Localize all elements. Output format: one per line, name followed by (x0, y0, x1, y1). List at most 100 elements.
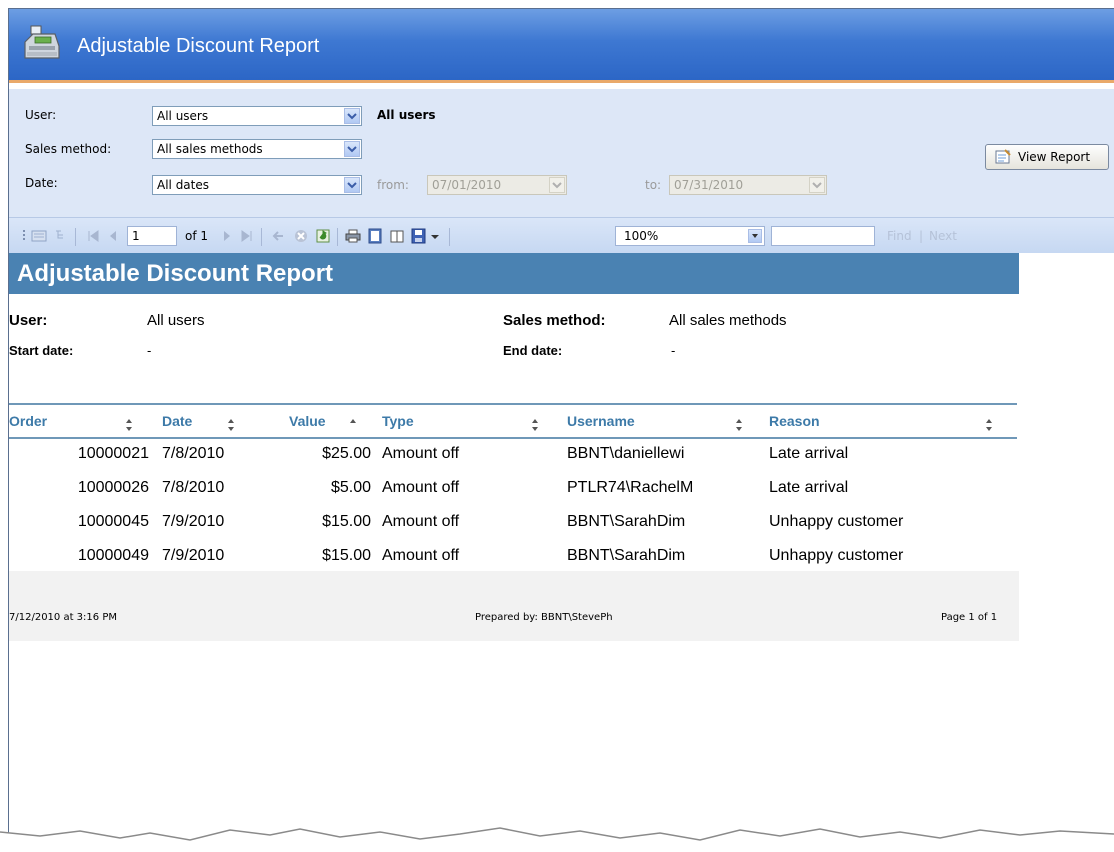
value-cell: $15.00 (322, 547, 371, 564)
zoom-select[interactable]: 100% (615, 226, 765, 246)
reason-cell: Late arrival (769, 479, 849, 496)
next-link[interactable]: Next (929, 229, 957, 243)
username-cell: BBNT\daniellewi (567, 445, 685, 462)
date-select[interactable]: All dates (152, 175, 362, 195)
username-cell: PTLR74\RachelM (567, 479, 694, 496)
previous-page-icon[interactable] (105, 228, 121, 244)
report-end-date-value: - (671, 343, 676, 358)
report-title-band: Adjustable Discount Report (9, 253, 1019, 294)
title-bar: Adjustable Discount Report (9, 9, 1114, 83)
back-icon[interactable] (271, 228, 287, 244)
sort-icon[interactable] (125, 418, 133, 432)
username-cell: BBNT\SarahDim (567, 513, 686, 530)
find-link[interactable]: Find (887, 229, 912, 243)
chevron-down-icon[interactable] (549, 177, 565, 193)
window-title: Adjustable Discount Report (77, 35, 320, 57)
chevron-down-icon[interactable] (809, 177, 825, 193)
chevron-down-icon[interactable] (344, 177, 360, 193)
column-header-order[interactable]: Order (9, 413, 47, 429)
report-start-date-label: Start date: (9, 343, 74, 358)
value-cell: $5.00 (330, 479, 371, 496)
column-header-value[interactable]: Value (289, 413, 326, 429)
from-date-value: 07/01/2010 (432, 178, 502, 192)
report-toolbar: 1 of 1 100% Find | Next (9, 217, 1114, 253)
find-separator: | (919, 229, 924, 243)
view-report-button[interactable]: View Report (985, 144, 1109, 170)
report-footer (9, 571, 1019, 641)
export-icon[interactable] (411, 228, 427, 244)
page-number-input[interactable]: 1 (127, 226, 177, 246)
to-date-value: 07/31/2010 (674, 178, 744, 192)
column-header-reason[interactable]: Reason (769, 413, 820, 429)
page-count: of 1 (185, 229, 209, 243)
order-cell: 10000026 (77, 479, 149, 496)
to-date-picker[interactable]: 07/31/2010 (669, 175, 827, 195)
report-sales-method-label: Sales method: (503, 312, 606, 329)
footer-page-number: Page 1 of 1 (941, 612, 998, 623)
date-cell: 7/8/2010 (162, 445, 225, 462)
page-number-value: 1 (132, 229, 140, 243)
refresh-icon[interactable] (315, 228, 331, 244)
date-cell: 7/9/2010 (162, 547, 225, 564)
view-report-label: View Report (1018, 150, 1091, 164)
sort-icon[interactable] (349, 418, 357, 432)
footer-prepared-by: Prepared by: BBNT\StevePh (475, 612, 613, 623)
document-map-icon[interactable] (53, 228, 69, 244)
report-icon (995, 149, 1011, 164)
order-cell: 10000021 (77, 445, 149, 462)
print-icon[interactable] (345, 228, 361, 244)
date-label: Date: (25, 176, 58, 190)
sort-icon[interactable] (531, 418, 539, 432)
from-date-picker[interactable]: 07/01/2010 (427, 175, 567, 195)
footer-timestamp: 7/12/2010 at 3:16 PM (9, 612, 117, 623)
chevron-down-icon[interactable] (748, 229, 762, 243)
parameters-panel: User: All users All users Sales method: … (9, 89, 1114, 218)
header-top-rule (9, 403, 1017, 405)
sort-icon[interactable] (227, 418, 235, 432)
sales-method-select-value: All sales methods (157, 142, 263, 156)
page-setup-icon[interactable] (389, 228, 405, 244)
order-cell: 10000045 (77, 513, 149, 530)
date-cell: 7/9/2010 (162, 513, 225, 530)
from-label: from: (377, 178, 409, 192)
reason-cell: Unhappy customer (769, 513, 904, 530)
report-user-value: All users (147, 312, 205, 329)
find-input[interactable] (771, 226, 875, 246)
torn-edge (0, 827, 1114, 852)
username-cell: BBNT\SarahDim (567, 547, 686, 564)
type-cell: Amount off (382, 479, 460, 496)
type-cell: Amount off (382, 513, 460, 530)
column-header-type[interactable]: Type (382, 413, 414, 429)
sort-icon[interactable] (735, 418, 743, 432)
cash-register-icon (24, 25, 60, 59)
last-page-icon[interactable] (239, 228, 255, 244)
value-cell: $25.00 (322, 445, 371, 462)
sort-icon[interactable] (985, 418, 993, 432)
chevron-down-icon[interactable] (427, 228, 443, 244)
chevron-down-icon[interactable] (344, 108, 360, 124)
reason-cell: Unhappy customer (769, 547, 904, 564)
report-user-label: User: (9, 312, 48, 329)
first-page-icon[interactable] (85, 228, 101, 244)
column-header-username[interactable]: Username (567, 413, 635, 429)
sales-method-label: Sales method: (25, 142, 112, 156)
stop-icon[interactable] (293, 228, 309, 244)
print-layout-icon[interactable] (367, 228, 383, 244)
user-select[interactable]: All users (152, 106, 362, 126)
date-cell: 7/8/2010 (162, 479, 225, 496)
parameters-icon[interactable] (31, 228, 47, 244)
sales-method-select[interactable]: All sales methods (152, 139, 362, 159)
to-label: to: (645, 178, 662, 192)
user-display: All users (377, 108, 436, 122)
zoom-value: 100% (624, 229, 659, 243)
chevron-down-icon[interactable] (344, 141, 360, 157)
app-window: Adjustable Discount Report User: All use… (8, 8, 1114, 852)
user-select-value: All users (157, 109, 209, 123)
value-cell: $15.00 (322, 513, 371, 530)
report-end-date-label: End date: (503, 343, 563, 358)
reason-cell: Late arrival (769, 445, 849, 462)
column-header-date[interactable]: Date (162, 413, 192, 429)
next-page-icon[interactable] (219, 228, 235, 244)
report-start-date-value: - (147, 343, 152, 358)
type-cell: Amount off (382, 445, 460, 462)
